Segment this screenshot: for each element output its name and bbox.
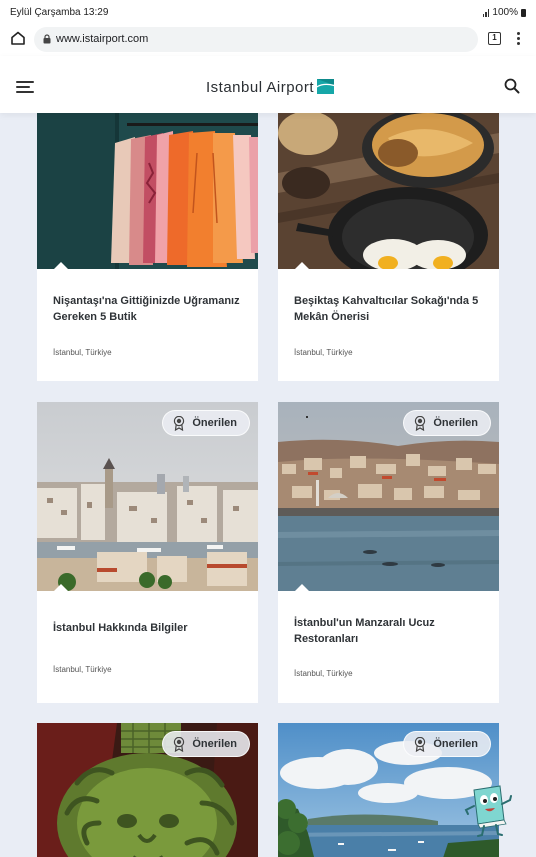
logo-text: Istanbul Airport <box>206 78 315 96</box>
award-ribbon-icon <box>415 736 426 752</box>
browser-toolbar: www.istairport.com 1 <box>0 24 536 56</box>
card-title: İstanbul'un Manzaralı Ucuz Restoranları <box>294 617 435 645</box>
card-location: İstanbul, Türkiye <box>53 348 112 357</box>
signal-icon <box>482 8 490 17</box>
badge-label: Önerilen <box>433 417 478 429</box>
status-right: 100% <box>482 7 526 18</box>
card-title: Nişantaşı'na Gittiğinizde Uğramanız Gere… <box>53 295 240 323</box>
card-title: İstanbul Hakkında Bilgiler <box>53 622 188 634</box>
lock-icon <box>43 34 51 44</box>
article-card[interactable]: Önerilen <box>37 723 258 857</box>
card-image <box>37 113 258 269</box>
tabs-button[interactable]: 1 <box>488 32 501 45</box>
url-text: www.istairport.com <box>56 33 149 45</box>
mascot-icon[interactable] <box>464 780 512 838</box>
card-notch <box>295 262 309 269</box>
recommended-badge: Önerilen <box>162 410 250 436</box>
badge-label: Önerilen <box>192 738 237 750</box>
card-notch <box>54 584 68 591</box>
home-icon[interactable] <box>10 30 26 46</box>
hamburger-menu-icon[interactable] <box>16 81 34 93</box>
site-logo[interactable]: Istanbul Airport <box>206 76 335 98</box>
card-location: İstanbul, Türkiye <box>294 348 353 357</box>
award-ribbon-icon <box>174 736 185 752</box>
card-image: Önerilen <box>37 723 258 857</box>
card-image: Önerilen <box>37 402 258 591</box>
more-vert-icon[interactable] <box>513 31 523 47</box>
battery-level: 100% <box>492 7 518 18</box>
recommended-badge: Önerilen <box>403 731 491 757</box>
site-header: Istanbul Airport <box>0 56 536 113</box>
card-image <box>278 113 499 269</box>
status-bar: Eylül Çarşamba 13:29 100% <box>0 0 536 24</box>
card-notch <box>54 262 68 269</box>
card-image: Önerilen <box>278 402 499 591</box>
recommended-badge: Önerilen <box>403 410 491 436</box>
status-time: Eylül Çarşamba 13:29 <box>10 7 109 18</box>
logo-mark-icon <box>317 78 335 94</box>
badge-label: Önerilen <box>433 738 478 750</box>
card-notch <box>295 584 309 591</box>
award-ribbon-icon <box>415 415 426 431</box>
card-location: İstanbul, Türkiye <box>53 665 112 674</box>
card-location: İstanbul, Türkiye <box>294 669 353 678</box>
recommended-badge: Önerilen <box>162 731 250 757</box>
address-bar[interactable]: www.istairport.com <box>34 27 478 52</box>
card-title: Beşiktaş Kahvaltıcılar Sokağı'nda 5 Mekâ… <box>294 295 479 323</box>
article-card[interactable]: Önerilen İstanbul Hakkında Bilgiler İsta… <box>37 402 258 703</box>
battery-icon <box>521 8 526 17</box>
search-icon[interactable] <box>504 78 520 94</box>
badge-label: Önerilen <box>192 417 237 429</box>
article-card[interactable]: Beşiktaş Kahvaltıcılar Sokağı'nda 5 Mekâ… <box>278 113 499 381</box>
article-card[interactable]: Nişantaşı'na Gittiğinizde Uğramanız Gere… <box>37 113 258 381</box>
article-grid: Nişantaşı'na Gittiğinizde Uğramanız Gere… <box>0 113 536 857</box>
article-card[interactable]: Önerilen İstanbul'un Manzaralı Ucuz Rest… <box>278 402 499 703</box>
award-ribbon-icon <box>174 415 185 431</box>
